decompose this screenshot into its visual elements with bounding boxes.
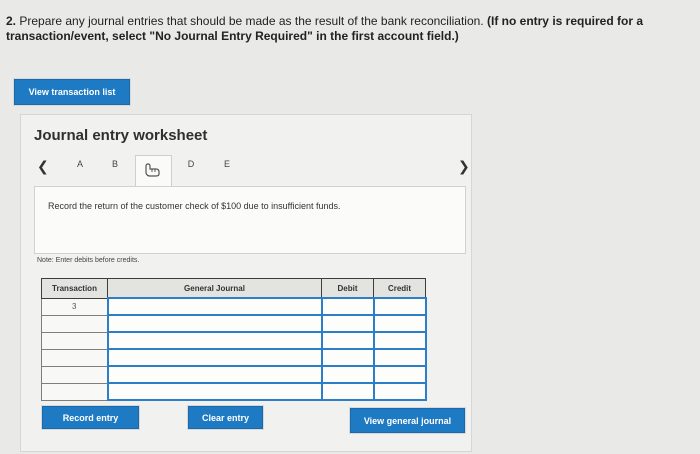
question-number: 2. (6, 14, 17, 28)
header-transaction: Transaction (41, 278, 108, 299)
debit-input[interactable] (320, 297, 375, 316)
worksheet-tabs: ❮ A B D E ❯ (21, 155, 471, 187)
debit-input[interactable] (320, 331, 375, 350)
credit-input[interactable] (372, 297, 427, 316)
view-transaction-list-button[interactable]: View transaction list (14, 79, 130, 105)
tab-b[interactable]: B (105, 159, 125, 169)
table-row (41, 365, 427, 384)
debit-input[interactable] (320, 314, 375, 333)
clear-entry-button[interactable]: Clear entry (188, 406, 263, 429)
debit-input[interactable] (320, 382, 375, 401)
credit-input[interactable] (372, 348, 427, 367)
table-row (41, 382, 427, 401)
account-select[interactable] (106, 331, 323, 350)
question-prompt: Prepare any journal entries that should … (19, 14, 484, 28)
account-select[interactable] (106, 365, 323, 384)
note-text: Note: Enter debits before credits. (37, 257, 140, 264)
credit-input[interactable] (372, 314, 427, 333)
tab-a[interactable]: A (70, 159, 90, 169)
header-credit: Credit (373, 278, 426, 299)
transaction-cell (41, 348, 108, 367)
account-select[interactable] (106, 297, 323, 316)
transaction-cell: 3 (41, 297, 108, 316)
tab-d[interactable]: D (181, 159, 201, 169)
table-row (41, 314, 427, 333)
table-row: 3 (41, 297, 427, 316)
header-general-journal: General Journal (107, 278, 322, 299)
credit-input[interactable] (372, 382, 427, 401)
table-row (41, 331, 427, 350)
debit-input[interactable] (320, 348, 375, 367)
instruction-box: Record the return of the customer check … (34, 186, 466, 254)
transaction-cell (41, 382, 108, 401)
transaction-cell (41, 365, 108, 384)
instruction-text: Record the return of the customer check … (48, 201, 341, 211)
hand-pointer-icon (145, 163, 160, 177)
question-text: 2. Prepare any journal entries that shou… (6, 14, 666, 44)
journal-table: Transaction General Journal Debit Credit… (41, 278, 427, 401)
account-select[interactable] (106, 348, 323, 367)
record-entry-button[interactable]: Record entry (42, 406, 139, 429)
credit-input[interactable] (372, 365, 427, 384)
journal-entry-worksheet: Journal entry worksheet ❮ A B D E ❯ Reco… (20, 114, 472, 452)
account-select[interactable] (106, 314, 323, 333)
view-general-journal-button[interactable]: View general journal (350, 408, 465, 433)
tab-c-active[interactable] (135, 155, 172, 186)
credit-input[interactable] (372, 331, 427, 350)
chevron-right-icon[interactable]: ❯ (458, 158, 470, 175)
chevron-left-icon[interactable]: ❮ (37, 158, 49, 175)
tab-e[interactable]: E (217, 159, 237, 169)
table-row (41, 348, 427, 367)
header-debit: Debit (321, 278, 374, 299)
debit-input[interactable] (320, 365, 375, 384)
worksheet-title: Journal entry worksheet (34, 127, 208, 144)
transaction-cell (41, 331, 108, 350)
transaction-cell (41, 314, 108, 333)
account-select[interactable] (106, 382, 323, 401)
